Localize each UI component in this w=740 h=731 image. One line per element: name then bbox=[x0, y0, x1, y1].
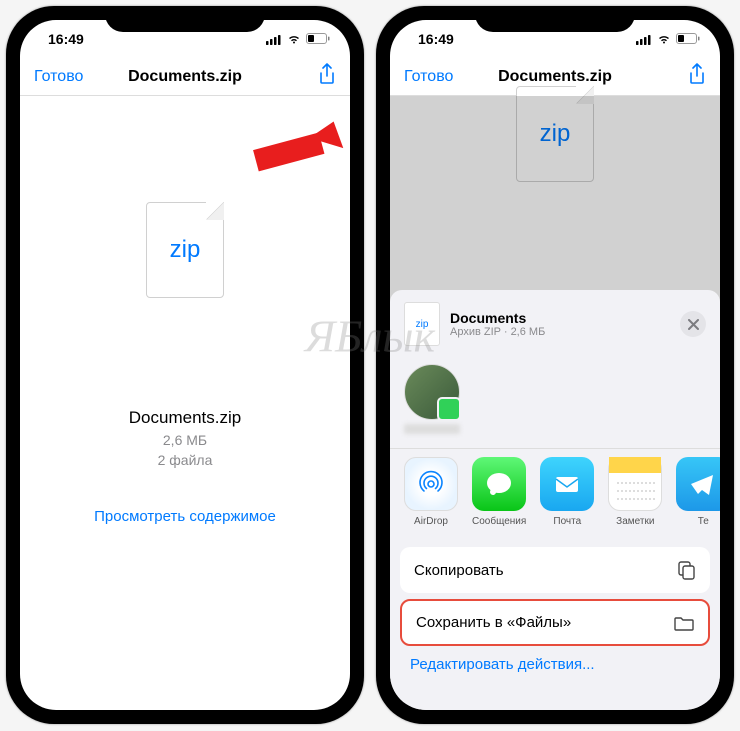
sheet-file-icon: zip bbox=[404, 302, 440, 346]
action-copy-group: Скопировать bbox=[400, 547, 710, 593]
file-count: 2 файла bbox=[129, 452, 241, 468]
contact-row bbox=[390, 358, 720, 448]
copy-icon bbox=[676, 560, 696, 580]
battery-icon bbox=[676, 33, 700, 45]
share-button[interactable] bbox=[688, 63, 706, 90]
file-ext: zip bbox=[170, 236, 201, 264]
mail-icon bbox=[540, 457, 594, 511]
contact-avatar bbox=[404, 364, 460, 420]
app-notes[interactable]: Заметки bbox=[608, 457, 662, 527]
action-save-to-files[interactable]: Сохранить в «Файлы» bbox=[402, 601, 708, 644]
app-label: Сообщения bbox=[472, 516, 526, 527]
wifi-icon bbox=[286, 34, 302, 45]
wifi-icon bbox=[656, 34, 672, 45]
signal-icon bbox=[636, 34, 652, 45]
airdrop-icon bbox=[404, 457, 458, 511]
view-contents-link[interactable]: Просмотреть содержимое bbox=[94, 508, 276, 525]
close-icon bbox=[688, 319, 699, 330]
file-size: 2,6 МБ bbox=[129, 432, 241, 448]
phone-right: 16:49 Готово Documents.zip zip zip bbox=[376, 6, 734, 724]
file-info: Documents.zip 2,6 МБ 2 файла bbox=[129, 408, 241, 468]
action-label: Сохранить в «Файлы» bbox=[416, 614, 571, 631]
share-icon bbox=[318, 63, 336, 85]
action-copy[interactable]: Скопировать bbox=[400, 547, 710, 593]
contact-suggestion[interactable] bbox=[404, 364, 460, 434]
share-icon bbox=[688, 63, 706, 85]
folder-icon bbox=[674, 615, 694, 631]
contact-name-blurred bbox=[404, 424, 460, 434]
app-label: Почта bbox=[553, 516, 581, 527]
share-sheet: zip Documents Архив ZIP · 2,6 МБ bbox=[390, 290, 720, 710]
edit-actions-link[interactable]: Редактировать действия... bbox=[390, 646, 720, 673]
action-label: Скопировать bbox=[414, 562, 504, 579]
app-messages[interactable]: Сообщения bbox=[472, 457, 526, 527]
status-time: 16:49 bbox=[48, 31, 84, 47]
app-mail[interactable]: Почта bbox=[540, 457, 594, 527]
signal-icon bbox=[266, 34, 282, 45]
status-time: 16:49 bbox=[418, 31, 454, 47]
notch bbox=[105, 6, 265, 32]
app-row: AirDrop Сообщения Почта bbox=[390, 448, 720, 539]
messages-icon bbox=[472, 457, 526, 511]
sheet-title: Documents bbox=[450, 310, 545, 326]
notch bbox=[475, 6, 635, 32]
battery-icon bbox=[306, 33, 330, 45]
file-name: Documents.zip bbox=[129, 408, 241, 428]
app-label: AirDrop bbox=[414, 516, 448, 527]
app-label: Заметки bbox=[616, 516, 654, 527]
notes-icon bbox=[608, 457, 662, 511]
app-label: Те bbox=[698, 516, 709, 527]
nav-bar: Готово Documents.zip bbox=[20, 58, 350, 96]
app-airdrop[interactable]: AirDrop bbox=[404, 457, 458, 527]
screen-right: 16:49 Готово Documents.zip zip zip bbox=[390, 20, 720, 710]
done-button[interactable]: Готово bbox=[404, 68, 453, 86]
file-icon: zip bbox=[146, 202, 224, 298]
phone-left: 16:49 Готово Documents.zip zip Documents… bbox=[6, 6, 364, 724]
sheet-titles: Documents Архив ZIP · 2,6 МБ bbox=[450, 310, 545, 338]
done-button[interactable]: Готово bbox=[34, 68, 83, 86]
telegram-icon bbox=[676, 457, 720, 511]
sheet-subtitle: Архив ZIP · 2,6 МБ bbox=[450, 326, 545, 338]
action-save-highlighted: Сохранить в «Файлы» bbox=[400, 599, 710, 646]
close-button[interactable] bbox=[680, 311, 706, 337]
status-icons bbox=[636, 33, 700, 45]
app-telegram-partial[interactable]: Те bbox=[676, 457, 720, 527]
sheet-header: zip Documents Архив ZIP · 2,6 МБ bbox=[390, 302, 720, 358]
share-button[interactable] bbox=[318, 63, 336, 90]
status-icons bbox=[266, 33, 330, 45]
